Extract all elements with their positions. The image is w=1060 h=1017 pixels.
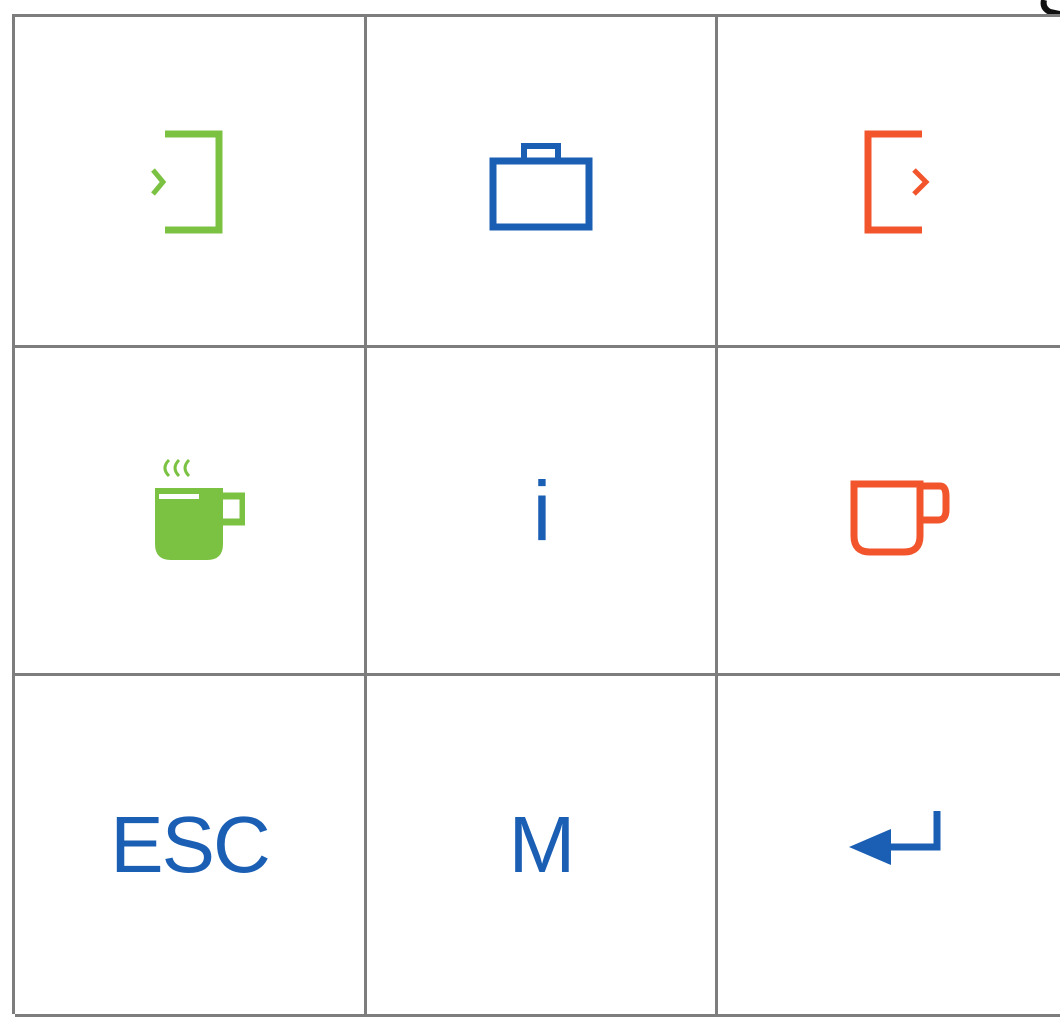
- enter-arrow-icon: [848, 811, 940, 865]
- info-key[interactable]: i: [367, 348, 718, 676]
- menu-key[interactable]: M: [367, 676, 718, 1017]
- escape-key[interactable]: ESC: [15, 676, 367, 1017]
- menu-label: M: [508, 800, 576, 889]
- keypad-grid: i ESC M: [12, 14, 1060, 1017]
- enter-key[interactable]: [718, 676, 1060, 1017]
- escape-label: ESC: [110, 800, 270, 889]
- hot-coffee-icon: [154, 458, 245, 560]
- cup-icon: [850, 480, 949, 555]
- break-end-key[interactable]: [718, 348, 1060, 676]
- login-key[interactable]: [15, 17, 367, 348]
- logout-icon: [864, 130, 930, 234]
- logout-key[interactable]: [718, 17, 1060, 348]
- info-label: i: [532, 463, 552, 558]
- login-icon: [150, 130, 222, 234]
- coffee-break-key[interactable]: [15, 348, 367, 676]
- briefcase-key[interactable]: [367, 17, 718, 348]
- briefcase-icon: [489, 143, 593, 231]
